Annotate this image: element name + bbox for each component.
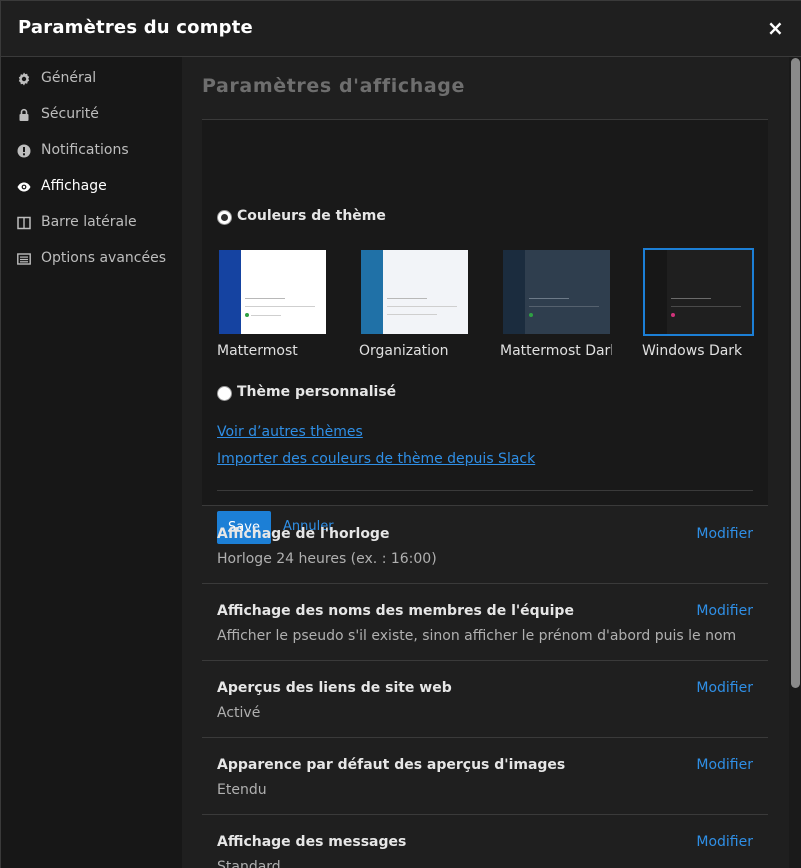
thumb-line [245,306,315,307]
settings-sidebar: Général Sécurité Notifications Affichage… [1,57,182,868]
thumb-line [671,298,711,299]
theme-name-organization: Organization [359,343,449,359]
gear-icon [18,72,30,86]
page-title: Paramètres d'affichage [202,75,465,97]
setting-clock-display: Affichage de l'horloge Horloge 24 heures… [202,507,768,584]
thumb-main [383,250,468,334]
thumb-sidebar [219,250,241,334]
thumb-dot [245,313,249,317]
edit-button[interactable]: Modifier [696,757,753,773]
thumb-line [245,298,285,299]
more-themes-link[interactable]: Voir d’autres thèmes [217,424,363,440]
thumb-line [529,298,569,299]
eye-icon [17,182,31,192]
custom-theme-radio[interactable] [217,386,232,401]
setting-title: Apparence par défaut des aperçus d'image… [217,757,566,773]
edit-button[interactable]: Modifier [696,526,753,542]
setting-value: Horloge 24 heures (ex. : 16:00) [217,551,437,567]
setting-value: Standard [217,859,281,868]
thumb-dot [529,313,533,317]
alert-circle-icon [17,144,31,158]
theme-name-mattermost-dark: Mattermost Dark [500,343,612,359]
thumb-main [241,250,326,334]
thumb-sidebar [361,250,383,334]
account-settings-modal: Paramètres du compte × Général Sécurité … [0,0,801,868]
edit-button[interactable]: Modifier [696,603,753,619]
sidebar-item-label: Général [41,70,97,86]
thumb-sidebar [503,250,525,334]
sidebar-item-label: Sécurité [41,106,99,122]
setting-value: Etendu [217,782,267,798]
sidebar-item-label: Options avancées [41,250,167,266]
lock-icon [19,108,29,121]
theme-settings-panel: Couleurs de thème Mattermost Organizatio… [202,120,768,544]
sidebar-item-notifications[interactable]: Notifications [1,132,182,168]
preset-theme-label: Couleurs de thème [237,208,386,224]
sidebar-item-label: Barre latérale [41,214,137,230]
thumb-line [671,306,741,307]
thumb-line [387,306,457,307]
setting-link-previews: Aperçus des liens de site web Activé Mod… [202,661,768,738]
import-slack-theme-link[interactable]: Importer des couleurs de thème depuis Sl… [217,451,535,467]
sidebar-item-label: Affichage [41,178,107,194]
edit-button[interactable]: Modifier [696,680,753,696]
setting-value: Afficher le pseudo s'il existe, sinon af… [217,628,737,644]
setting-teammate-name-display: Affichage des noms des membres de l'équi… [202,584,768,661]
theme-name-mattermost: Mattermost [217,343,298,359]
theme-thumbnail-mattermost[interactable] [219,250,326,334]
sidebar-item-security[interactable]: Sécurité [1,96,182,132]
thumb-main [667,250,752,334]
thumb-sidebar [645,250,667,334]
setting-title: Affichage de l'horloge [217,526,390,542]
theme-thumbnail-organization[interactable] [361,250,468,334]
sidebar-item-sidebar[interactable]: Barre latérale [1,204,182,240]
scrollbar-thumb[interactable] [791,58,800,688]
thumb-main [525,250,610,334]
setting-title: Affichage des noms des membres de l'équi… [217,603,574,619]
columns-icon [17,216,31,230]
thumb-line [387,314,437,315]
setting-image-previews: Apparence par défaut des aperçus d'image… [202,738,768,815]
sidebar-item-label: Notifications [41,142,129,158]
edit-button[interactable]: Modifier [696,834,753,850]
setting-title: Aperçus des liens de site web [217,680,452,696]
setting-title: Affichage des messages [217,834,407,850]
list-icon [17,253,31,265]
thumb-dot [671,313,675,317]
divider [217,490,753,491]
setting-value: Activé [217,705,261,721]
modal-title: Paramètres du compte [18,17,253,38]
custom-theme-label: Thème personnalisé [237,384,397,400]
thumb-line [529,306,599,307]
theme-name-windows-dark: Windows Dark [642,343,743,359]
setting-message-display: Affichage des messages Standard Modifier [202,815,768,868]
thumb-line [251,315,281,316]
preset-theme-radio[interactable] [217,210,232,225]
thumb-line [387,298,427,299]
sidebar-item-advanced[interactable]: Options avancées [1,240,182,276]
sidebar-item-general[interactable]: Général [1,60,182,96]
modal-header: Paramètres du compte × [1,1,801,57]
settings-content: Paramètres d'affichage Couleurs de thème… [182,57,789,868]
theme-thumbnail-mattermost-dark[interactable] [503,250,610,334]
close-icon[interactable]: × [767,17,784,39]
sidebar-item-display[interactable]: Affichage [1,168,182,204]
theme-thumbnail-windows-dark[interactable] [643,248,754,336]
